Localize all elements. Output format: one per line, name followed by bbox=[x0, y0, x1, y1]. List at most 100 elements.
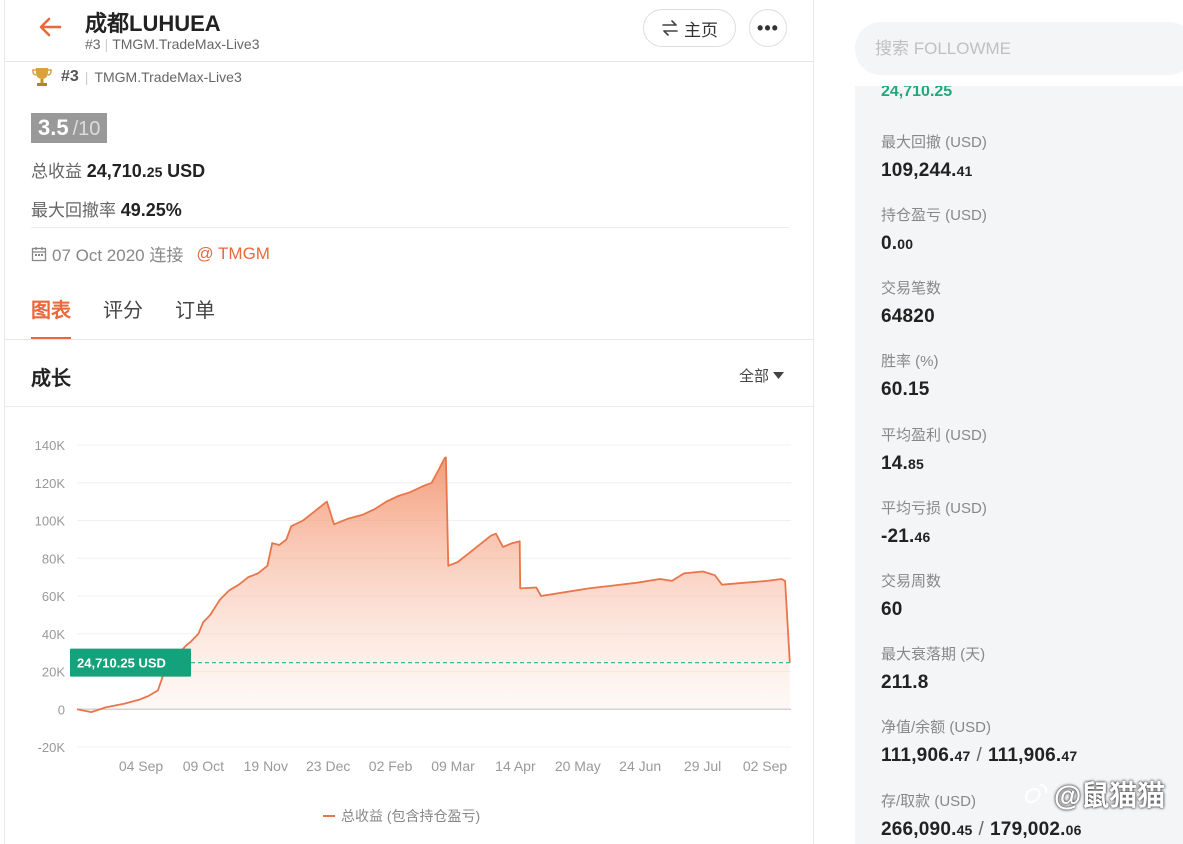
home-button[interactable]: 主页 bbox=[643, 9, 736, 47]
divider bbox=[31, 227, 789, 228]
tab-orders[interactable]: 订单 bbox=[175, 294, 215, 340]
stat-win-rate: 胜率 (%) 60.15 bbox=[881, 350, 939, 401]
tab-rating[interactable]: 评分 bbox=[103, 294, 143, 340]
x-tick-label: 29 Jul bbox=[684, 758, 721, 774]
score-max: /10 bbox=[72, 118, 101, 140]
chart-legend[interactable]: 总收益 (包含持仓盈亏) bbox=[323, 806, 480, 826]
x-tick-label: 09 Mar bbox=[431, 758, 475, 774]
stat-value: 14.85 bbox=[881, 453, 924, 474]
x-tick-label: 02 Feb bbox=[369, 758, 413, 774]
connect-date: 07 Oct 2020 连接 bbox=[52, 246, 184, 265]
stat-value: 64820 bbox=[881, 306, 935, 327]
x-tick-label: 02 Sep bbox=[743, 758, 788, 774]
stat-label: 平均盈利 (USD) bbox=[881, 427, 987, 444]
tab-bar: 图表 评分 订单 bbox=[31, 294, 215, 340]
x-tick-label: 14 Apr bbox=[495, 758, 536, 774]
y-tick-label: 0 bbox=[58, 702, 65, 717]
broker-link[interactable]: @ TMGM bbox=[196, 244, 270, 264]
more-button[interactable]: ••• bbox=[749, 9, 787, 47]
stat-value: 266,090.45/179,002.06 bbox=[881, 819, 1082, 840]
range-label: 全部 bbox=[739, 368, 770, 385]
stat-trade-count: 交易笔数 64820 bbox=[881, 277, 941, 328]
stat-label: 平均亏损 (USD) bbox=[881, 500, 987, 517]
trader-panel: 成都LUHUEA #3 | TMGM.TradeMax-Live3 主页 ••• #… bbox=[4, 0, 814, 844]
search-input[interactable] bbox=[855, 22, 1183, 75]
stat-avg-profit: 平均盈利 (USD) 14.85 bbox=[881, 424, 987, 475]
swap-icon bbox=[662, 20, 678, 36]
weibo-logo-icon bbox=[1024, 784, 1048, 804]
connect-row: 07 Oct 2020 连接 @ TMGM bbox=[31, 241, 270, 266]
range-select[interactable]: 全部 bbox=[739, 365, 785, 386]
stat-value: 0.00 bbox=[881, 233, 914, 254]
watermark: @鼠猫猫 bbox=[1020, 774, 1165, 814]
stat-value: 111,906.47/111,906.47 bbox=[881, 745, 1078, 766]
y-tick-label: -20K bbox=[38, 740, 66, 755]
rank-value: #3 bbox=[61, 68, 79, 85]
score-badge: 3.5 /10 bbox=[31, 113, 108, 143]
y-axis-labels: 140K 120K 100K 80K 60K 40K 20K 0 -20K bbox=[35, 438, 66, 755]
more-icon: ••• bbox=[757, 17, 779, 38]
stat-value: 60.15 bbox=[881, 379, 930, 400]
growth-chart: 140K 120K 100K 80K 60K 40K 20K 0 -20K 04 Sep 09 O… bbox=[35, 438, 791, 774]
header: 成都LUHUEA #3 | TMGM.TradeMax-Live3 主页 ••• bbox=[5, 0, 813, 62]
max-drawdown: 最大回撤率 49.25% bbox=[31, 196, 182, 221]
x-tick-label: 09 Oct bbox=[183, 758, 224, 774]
tabs-divider bbox=[5, 339, 813, 340]
y-tick-label: 40K bbox=[42, 627, 65, 642]
total-profit: 总收益 24,710.25 USD bbox=[31, 157, 205, 182]
total-profit-int: 24,710. bbox=[86, 161, 147, 181]
stat-floating-pnl: 持仓盈亏 (USD) 0.00 bbox=[881, 204, 987, 255]
stat-trade-weeks: 交易周数 60 bbox=[881, 570, 941, 621]
x-tick-label: 24 Jun bbox=[619, 758, 661, 774]
y-tick-label: 60K bbox=[42, 589, 65, 604]
y-tick-label: 120K bbox=[35, 476, 66, 491]
legend-label: 总收益 (包含持仓盈亏) bbox=[341, 808, 481, 824]
calendar-icon bbox=[31, 246, 47, 261]
header-rank: #3 bbox=[85, 36, 101, 52]
caret-down-icon bbox=[773, 371, 785, 379]
y-tick-label: 80K bbox=[42, 551, 65, 566]
stat-label: 交易周数 bbox=[881, 573, 942, 590]
stats-panel: 24,710.25 最大回撤 (USD) 109,244.41 持仓盈亏 (US… bbox=[855, 86, 1183, 844]
stat-label: 净值/余额 (USD) bbox=[881, 719, 991, 736]
tab-chart[interactable]: 图表 bbox=[31, 294, 71, 340]
home-label: 主页 bbox=[684, 20, 718, 40]
x-tick-label: 04 Sep bbox=[119, 758, 164, 774]
x-axis-labels: 04 Sep 09 Oct 19 Nov 23 Dec 02 Feb 09 Mar 14 A… bbox=[119, 758, 788, 774]
x-tick-label: 19 Nov bbox=[244, 758, 288, 774]
stat-label: 最大衰落期 (天) bbox=[881, 646, 986, 663]
stat-label: 最大回撤 (USD) bbox=[881, 134, 987, 151]
stat-avg-loss: 平均亏损 (USD) -21.46 bbox=[881, 497, 987, 548]
arrow-left-icon bbox=[39, 17, 62, 37]
stat-value: -21.46 bbox=[881, 526, 931, 547]
stat-max-decline-period: 最大衰落期 (天) 211.8 bbox=[881, 643, 985, 694]
trophy-icon bbox=[32, 68, 52, 86]
max-drawdown-label: 最大回撤率 bbox=[31, 201, 116, 220]
stat-value: 109,244.41 bbox=[881, 160, 973, 181]
header-server: TMGM.TradeMax-Live3 bbox=[112, 36, 260, 52]
back-button[interactable] bbox=[35, 12, 65, 42]
rank-row: #3 | TMGM.TradeMax-Live3 bbox=[31, 66, 242, 88]
x-tick-label: 20 May bbox=[555, 758, 601, 774]
header-subtitle: #3 | TMGM.TradeMax-Live3 bbox=[85, 36, 260, 52]
section-divider bbox=[5, 406, 813, 407]
total-profit-unit: USD bbox=[167, 161, 206, 181]
current-value-label: 24,710.25 USD bbox=[77, 656, 166, 671]
server-name: TMGM.TradeMax-Live3 bbox=[94, 69, 242, 85]
stat-value: 211.8 bbox=[881, 672, 929, 693]
watermark-text: @鼠猫猫 bbox=[1054, 780, 1166, 811]
stat-value: 60 bbox=[881, 599, 903, 620]
total-profit-label: 总收益 bbox=[31, 162, 82, 181]
y-tick-label: 100K bbox=[35, 514, 66, 529]
growth-title: 成长 bbox=[31, 368, 71, 390]
current-value-marker: 24,710.25 USD bbox=[70, 648, 191, 677]
stat-label: 持仓盈亏 (USD) bbox=[881, 207, 987, 224]
max-drawdown-value: 49.25% bbox=[120, 200, 182, 220]
stat-label: 交易笔数 bbox=[881, 280, 942, 297]
total-profit-dec: 25 bbox=[146, 164, 163, 180]
y-tick-label: 20K bbox=[42, 665, 65, 680]
stat-label: 胜率 (%) bbox=[881, 353, 939, 370]
stat-max-drawdown: 最大回撤 (USD) 109,244.41 bbox=[881, 131, 987, 182]
legend-swatch bbox=[323, 815, 335, 817]
y-tick-label: 140K bbox=[35, 438, 66, 453]
